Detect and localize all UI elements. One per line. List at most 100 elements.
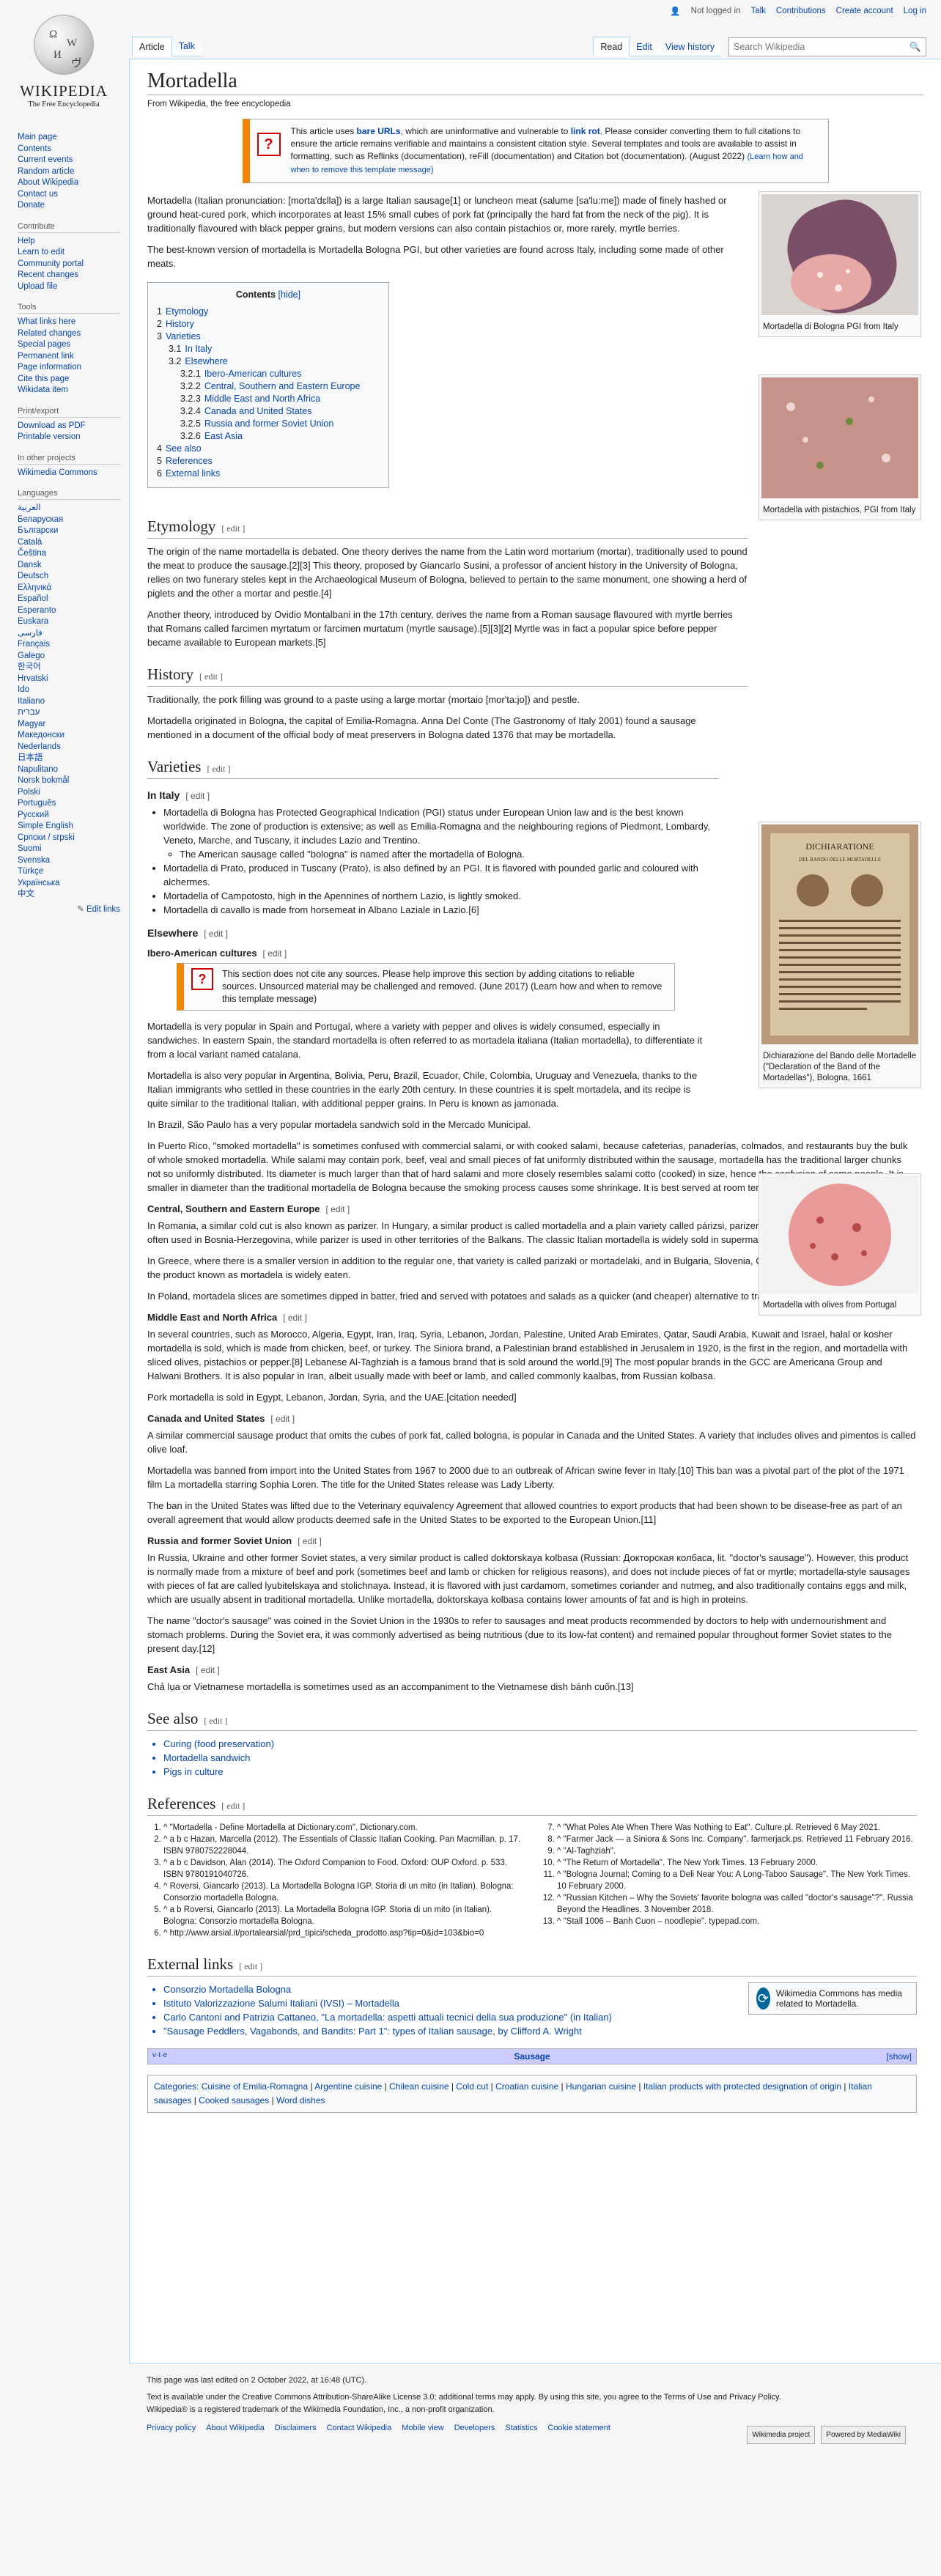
- category-link[interactable]: Chilean cuisine: [389, 2081, 449, 2092]
- create-account-link[interactable]: Create account: [836, 7, 893, 15]
- category-link[interactable]: Cooked sausages: [199, 2095, 269, 2106]
- category-link[interactable]: Croatian cuisine: [495, 2081, 558, 2092]
- language-link[interactable]: Français: [18, 640, 50, 649]
- language-link[interactable]: Български: [18, 526, 58, 535]
- language-link[interactable]: Polski: [18, 788, 40, 797]
- footer-link[interactable]: Contact Wikipedia: [327, 2422, 392, 2435]
- sidebar-link[interactable]: Download as PDF: [18, 421, 86, 430]
- tab-article[interactable]: Article: [132, 37, 172, 56]
- thumb-mortadella-bologna[interactable]: Mortadella di Bologna PGI from Italy: [759, 191, 921, 337]
- navbox-show-toggle[interactable]: [show]: [886, 2051, 912, 2062]
- language-link[interactable]: עברית: [18, 708, 40, 717]
- edit-links-link[interactable]: Edit links: [86, 905, 120, 914]
- toc-label[interactable]: Elsewhere: [185, 356, 227, 366]
- language-link[interactable]: Galego: [18, 652, 45, 660]
- search-icon[interactable]: 🔍: [909, 42, 921, 53]
- edit-section-link[interactable]: [ edit ]: [298, 1536, 322, 1546]
- toc-item[interactable]: 3.2 Elsewhere: [169, 355, 380, 368]
- language-link[interactable]: Nederlands: [18, 742, 61, 751]
- log-in-link[interactable]: Log in: [904, 7, 926, 15]
- sidebar-link[interactable]: About Wikipedia: [18, 178, 78, 187]
- language-link[interactable]: Čeština: [18, 549, 46, 558]
- toc-label[interactable]: Ibero-American cultures: [204, 369, 302, 379]
- toc-item[interactable]: 5 References: [157, 455, 380, 468]
- language-link[interactable]: Ελληνικά: [18, 583, 51, 592]
- language-link[interactable]: Português: [18, 799, 56, 808]
- toc-item[interactable]: 2 History: [157, 318, 380, 331]
- toc-label[interactable]: Central, Southern and Eastern Europe: [204, 381, 361, 391]
- edit-section-link[interactable]: [ edit ]: [199, 671, 223, 682]
- sidebar-link[interactable]: Help: [18, 237, 35, 246]
- language-link[interactable]: Magyar: [18, 720, 45, 728]
- edit-section-link[interactable]: [ edit ]: [263, 948, 287, 959]
- sidebar-link[interactable]: Printable version: [18, 432, 81, 441]
- toc-label[interactable]: Middle East and North Africa: [204, 394, 320, 404]
- category-link[interactable]: Hungarian cuisine: [566, 2081, 636, 2092]
- toc-item[interactable]: 3.2.1 Ibero-American cultures: [180, 368, 380, 380]
- see-also-item[interactable]: Curing (food preservation): [163, 1737, 917, 1751]
- toc-item[interactable]: 3.2.4 Canada and United States: [180, 405, 380, 418]
- edit-section-link[interactable]: [ edit ]: [239, 1961, 262, 1971]
- toc-label[interactable]: In Italy: [185, 344, 212, 354]
- footer-link[interactable]: Statistics: [505, 2422, 537, 2435]
- language-link[interactable]: 中文: [18, 890, 34, 898]
- sidebar-link[interactable]: Cite this page: [18, 374, 69, 383]
- link-rot-link[interactable]: link rot: [571, 126, 600, 136]
- category-link[interactable]: Argentine cuisine: [314, 2081, 382, 2092]
- footer-link[interactable]: Mobile view: [402, 2422, 443, 2435]
- commons-box[interactable]: ⟳ Wikimedia Commons has media related to…: [748, 1982, 917, 2015]
- footer-link[interactable]: Cookie statement: [547, 2422, 610, 2435]
- sidebar-link[interactable]: Contents: [18, 144, 51, 153]
- sidebar-link[interactable]: Page information: [18, 363, 81, 372]
- toc-label[interactable]: Canada and United States: [204, 406, 312, 416]
- powered-by-mediawiki-badge[interactable]: Powered by MediaWiki: [821, 2426, 906, 2444]
- see-also-item[interactable]: Mortadella sandwich: [163, 1751, 917, 1765]
- sidebar-link[interactable]: What links here: [18, 317, 75, 326]
- sidebar-link[interactable]: Learn to edit: [18, 248, 64, 257]
- toc-item[interactable]: 3.2.5 Russia and former Soviet Union: [180, 418, 380, 430]
- language-link[interactable]: Українська: [18, 879, 60, 887]
- sidebar-link[interactable]: Main page: [18, 133, 57, 141]
- external-link-item[interactable]: "Sausage Peddlers, Vagabonds, and Bandit…: [163, 2024, 917, 2038]
- thumb-mortadella-olives[interactable]: Mortadella with olives from Portugal: [759, 1173, 921, 1315]
- sidebar-link[interactable]: Wikimedia Commons: [18, 468, 97, 477]
- language-link[interactable]: Euskara: [18, 617, 48, 626]
- sidebar-link[interactable]: Related changes: [18, 329, 81, 338]
- language-link[interactable]: Беларуская: [18, 515, 63, 524]
- language-link[interactable]: Deutsch: [18, 572, 48, 580]
- language-link[interactable]: Svenska: [18, 856, 50, 865]
- toc-label[interactable]: External links: [166, 468, 220, 479]
- language-link[interactable]: Suomi: [18, 844, 42, 853]
- toc-item[interactable]: 3.2.2 Central, Southern and Eastern Europ…: [180, 380, 380, 393]
- toc-label[interactable]: East Asia: [204, 431, 243, 441]
- toc-label[interactable]: Russia and former Soviet Union: [204, 418, 333, 429]
- toc-item[interactable]: 3.2.3 Middle East and North Africa: [180, 393, 380, 405]
- language-link[interactable]: Napulitano: [18, 765, 58, 774]
- categories-label[interactable]: Categories:: [154, 2081, 199, 2092]
- language-link[interactable]: Esperanto: [18, 606, 56, 615]
- footer-link[interactable]: Developers: [454, 2422, 495, 2435]
- language-link[interactable]: Dansk: [18, 561, 42, 569]
- sidebar-link[interactable]: Current events: [18, 155, 73, 164]
- toc-item[interactable]: 3.2.6 East Asia: [180, 430, 380, 443]
- edit-section-link[interactable]: [ edit ]: [207, 764, 230, 774]
- sidebar-link[interactable]: Donate: [18, 201, 45, 210]
- footer-link[interactable]: Privacy policy: [147, 2422, 196, 2435]
- language-link[interactable]: Русский: [18, 811, 49, 819]
- thumb-mortadella-pistachio[interactable]: Mortadella with pistachios, PGI from Ita…: [759, 374, 921, 520]
- edit-section-link[interactable]: [ edit ]: [196, 1665, 220, 1675]
- navbox-title[interactable]: Sausage: [514, 2051, 550, 2062]
- navbox-vte[interactable]: v·t·e: [152, 2051, 167, 2059]
- category-link[interactable]: Italian products with protected designat…: [643, 2081, 841, 2092]
- edit-section-link[interactable]: [ edit ]: [326, 1204, 350, 1214]
- language-link[interactable]: فارسی: [18, 629, 43, 638]
- language-link[interactable]: 한국어: [18, 663, 41, 671]
- edit-section-link[interactable]: [ edit ]: [221, 523, 245, 534]
- language-link[interactable]: 日本語: [18, 753, 43, 762]
- tab-edit[interactable]: Edit: [630, 37, 659, 56]
- toc-item[interactable]: 6 External links: [157, 468, 380, 480]
- sidebar-link[interactable]: Contact us: [18, 190, 58, 199]
- sidebar-link[interactable]: Random article: [18, 167, 74, 176]
- language-link[interactable]: Српски / srpski: [18, 833, 75, 842]
- toc-hide-toggle[interactable]: [hide]: [278, 289, 301, 300]
